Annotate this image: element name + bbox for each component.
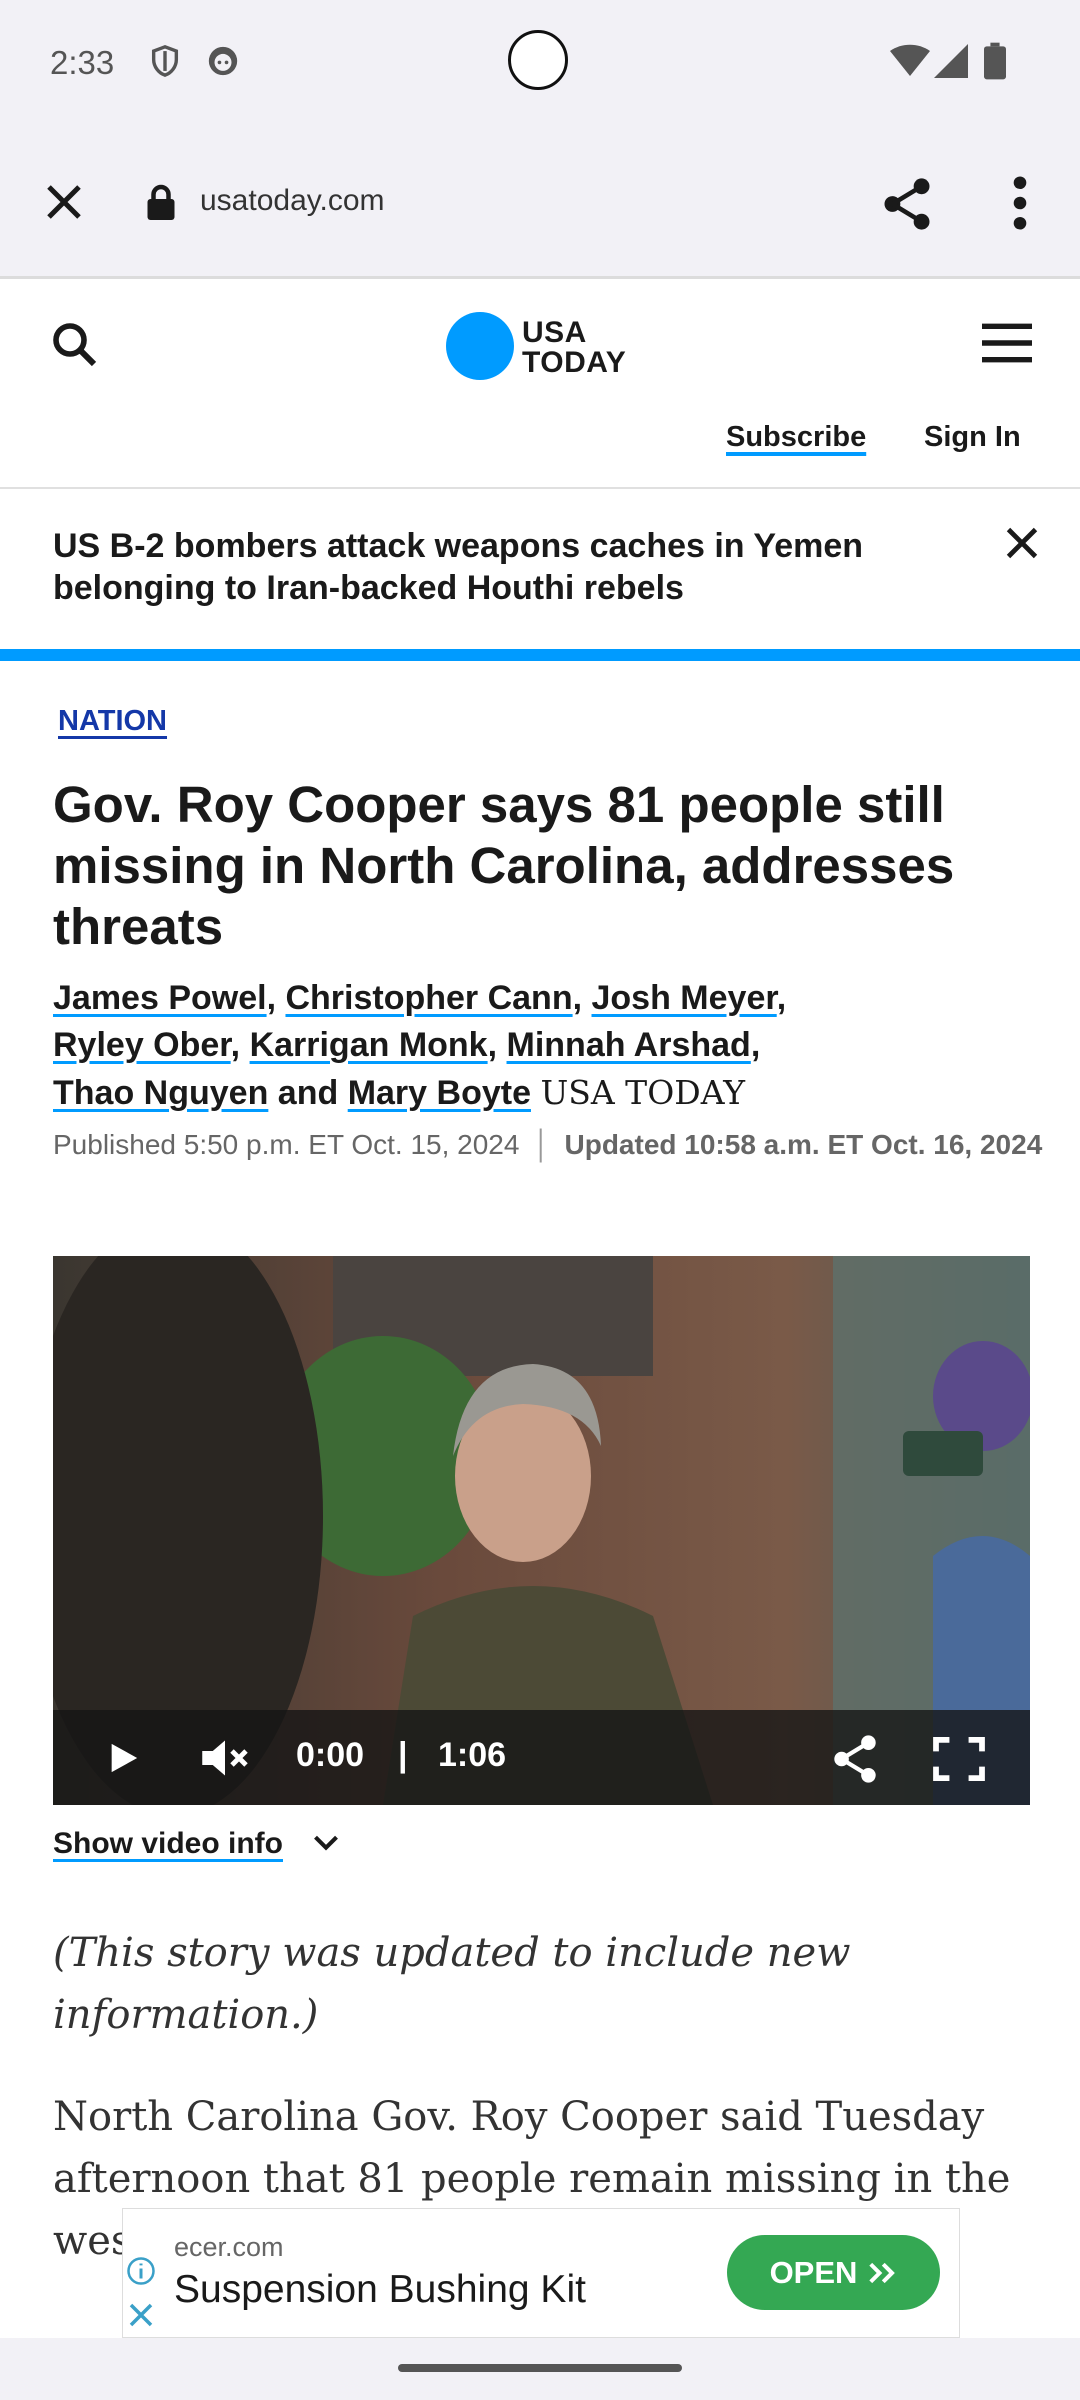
author-link[interactable]: Josh Meyer	[592, 979, 777, 1017]
author-link[interactable]: James Powel	[53, 979, 267, 1017]
url-text[interactable]: usatoday.com	[200, 184, 385, 218]
play-icon[interactable]	[106, 1741, 140, 1775]
close-tab-icon[interactable]	[44, 182, 84, 222]
updated-date: Updated 10:58 a.m. ET Oct. 16, 2024	[564, 1129, 1043, 1160]
more-options-icon[interactable]	[1006, 176, 1034, 230]
share-icon[interactable]	[882, 176, 932, 232]
breaking-news-text[interactable]: US B-2 bombers attack weapons caches in …	[53, 525, 973, 609]
ad-info-icon[interactable]	[126, 2256, 156, 2286]
author-link[interactable]: Christopher Cann	[285, 979, 572, 1017]
ad-close-icon[interactable]	[126, 2300, 156, 2330]
author-link[interactable]: Mary Boyte	[348, 1074, 531, 1112]
camera-cutout	[508, 30, 568, 90]
ad-domain: ecer.com	[174, 2232, 284, 2262]
date-divider: │	[533, 1129, 551, 1160]
video-time-separator: |	[398, 1736, 408, 1774]
byline-organization: USA TODAY	[540, 1073, 745, 1112]
site-header	[0, 279, 1080, 489]
article-headline: Gov. Roy Cooper says 81 people still mis…	[53, 776, 955, 955]
author-link[interactable]: Karrigan Monk	[250, 1026, 488, 1064]
lock-icon	[147, 184, 175, 220]
breaking-news-banner[interactable]: US B-2 bombers attack weapons caches in …	[0, 489, 1080, 661]
fullscreen-icon[interactable]	[932, 1736, 986, 1782]
double-chevron-right-icon	[869, 2262, 896, 2283]
mute-icon[interactable]	[198, 1737, 252, 1779]
published-date: Published 5:50 p.m. ET Oct. 15, 2024	[53, 1129, 520, 1160]
assistant-icon	[208, 46, 238, 76]
byline-and: and	[277, 1074, 339, 1112]
sign-in-link[interactable]: Sign In	[924, 421, 1021, 454]
publish-dates: Published 5:50 p.m. ET Oct. 15, 2024 │ U…	[53, 1125, 1043, 1165]
usa-today-logo-text[interactable]: USA TODAY	[522, 318, 626, 378]
show-video-info-link[interactable]: Show video info	[53, 1827, 283, 1861]
update-note: (This story was updated to include new i…	[53, 1930, 851, 2038]
author-link[interactable]: Minnah Arshad	[507, 1026, 751, 1064]
gesture-handle[interactable]	[398, 2364, 682, 2372]
browser-toolbar: usatoday.com	[0, 130, 1080, 279]
status-time: 2:33	[50, 44, 115, 81]
video-current-time: 0:00	[296, 1736, 365, 1774]
shield-icon	[151, 45, 179, 77]
ad-open-label: OPEN	[769, 2254, 858, 2290]
logo-line-2: TODAY	[522, 346, 627, 379]
section-link[interactable]: NATION	[58, 705, 167, 738]
wifi-icon	[890, 44, 930, 76]
author-link[interactable]: Ryley Ober	[53, 1026, 231, 1064]
logo-line-1: USA	[522, 316, 587, 349]
hamburger-menu-icon[interactable]	[982, 322, 1032, 364]
status-bar: 2:33	[0, 0, 1080, 130]
search-icon[interactable]	[50, 320, 98, 368]
byline: James Powel, Christopher Cann, Josh Meye…	[53, 979, 787, 1112]
battery-icon	[984, 42, 1006, 80]
ad-open-button[interactable]: OPEN	[727, 2235, 940, 2310]
subscribe-link[interactable]: Subscribe	[726, 421, 866, 454]
video-duration: 1:06	[438, 1736, 507, 1774]
close-banner-icon[interactable]	[1004, 525, 1040, 561]
video-share-icon[interactable]	[832, 1734, 878, 1784]
chevron-down-icon[interactable]	[312, 1832, 340, 1854]
author-link[interactable]: Thao Nguyen	[53, 1074, 268, 1112]
signal-icon	[934, 44, 968, 78]
ad-title[interactable]: Suspension Bushing Kit	[174, 2268, 586, 2312]
usa-today-logo-dot[interactable]	[446, 312, 514, 380]
